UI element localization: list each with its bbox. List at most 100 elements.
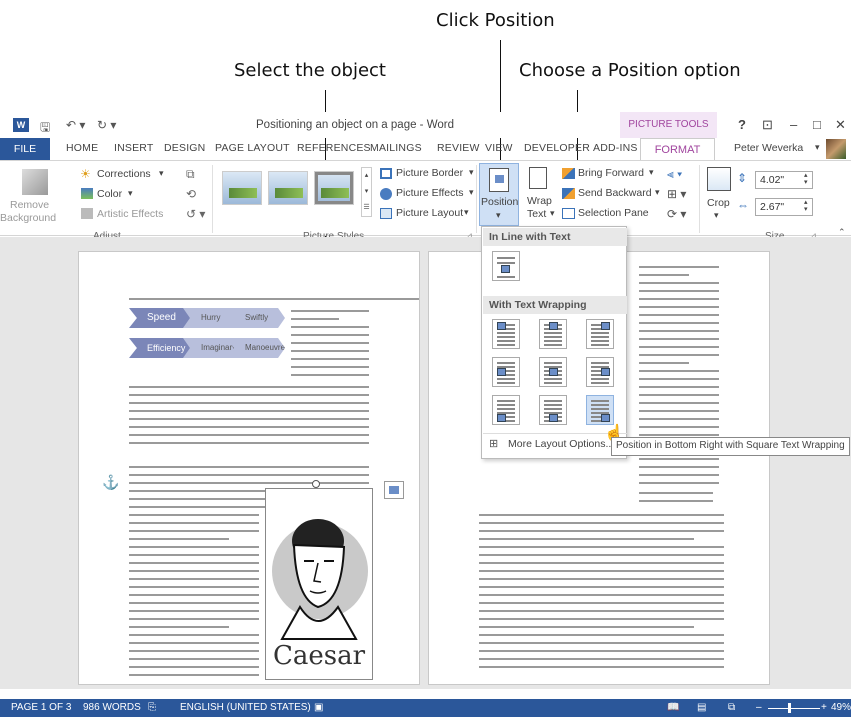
styles-gallery-scroll[interactable]: ▴ ▾ ☰	[361, 167, 372, 217]
read-mode-icon[interactable]: 📖	[667, 702, 679, 713]
ribbon-display-icon[interactable]: ⊡	[762, 117, 773, 133]
zoom-slider-thumb[interactable]	[788, 703, 791, 713]
help-button[interactable]: ?	[738, 117, 746, 132]
tab-references[interactable]: REFERENCES	[297, 142, 371, 154]
corrections-dropdown-icon[interactable]: ▾	[159, 168, 164, 179]
text-line	[639, 282, 719, 284]
picture-border-dropdown-icon[interactable]: ▾	[469, 167, 474, 178]
position-option-bottom-right[interactable]	[586, 395, 614, 425]
wrap-text-label-1[interactable]: Wrap	[527, 195, 552, 207]
position-option-top-right[interactable]	[586, 319, 614, 349]
selection-pane-button[interactable]: Selection Pane	[578, 207, 649, 219]
language[interactable]: ENGLISH (UNITED STATES)	[180, 702, 311, 713]
compress-pictures-icon[interactable]: ⧉	[186, 167, 195, 182]
tab-view[interactable]: VIEW	[485, 142, 513, 154]
position-option-middle-left[interactable]	[492, 357, 520, 387]
text-line	[129, 386, 369, 388]
color-button[interactable]: Color	[97, 188, 122, 200]
tab-page-layout[interactable]: PAGE LAYOUT	[215, 142, 290, 154]
caesar-picture[interactable]: Caesar	[265, 488, 373, 680]
picture-style-1[interactable]	[222, 171, 262, 205]
print-layout-icon[interactable]: ▤	[697, 702, 706, 713]
zoom-slider[interactable]	[768, 708, 820, 709]
position-option-top-center[interactable]	[539, 319, 567, 349]
macro-icon[interactable]: ▣	[314, 702, 323, 713]
undo-icon[interactable]: ↶ ▾	[66, 118, 85, 132]
picture-style-3[interactable]	[314, 171, 354, 205]
rotate-handle[interactable]	[312, 480, 320, 488]
picture-layout-dropdown-icon[interactable]: ▾	[464, 207, 469, 218]
picture-effects-button[interactable]: Picture Effects	[396, 187, 464, 199]
zoom-level[interactable]: 49%	[831, 702, 851, 713]
smartart-manoeuvre[interactable]: Manoeuvre	[227, 338, 285, 358]
page-count[interactable]: PAGE 1 OF 3	[11, 702, 71, 713]
picture-layout-button[interactable]: Picture Layout	[396, 207, 463, 219]
layout-options-icon[interactable]	[384, 481, 404, 499]
width-spinner-icon[interactable]: ▴ ▾	[804, 199, 808, 213]
word-count[interactable]: 986 WORDS	[83, 702, 141, 713]
align-icon[interactable]: ⫷ ▾	[667, 167, 682, 182]
document-title: Positioning an object on a page - Word	[256, 119, 454, 131]
more-layout-options[interactable]: More Layout Options...	[508, 438, 614, 450]
user-dropdown-icon[interactable]: ▾	[815, 142, 820, 153]
crop-label[interactable]: Crop	[707, 197, 730, 209]
bring-forward-button[interactable]: Bring Forward	[578, 167, 644, 179]
remove-background-label-1[interactable]: Remove	[10, 199, 49, 211]
position-option-middle-center[interactable]	[539, 357, 567, 387]
crop-icon[interactable]	[707, 167, 731, 191]
tab-design[interactable]: DESIGN	[164, 142, 205, 154]
send-backward-button[interactable]: Send Backward	[578, 187, 652, 199]
wrap-text-icon[interactable]	[529, 167, 547, 189]
wrap-text-dropdown-icon[interactable]: ▾	[550, 208, 555, 219]
tab-format[interactable]: FORMAT	[640, 138, 715, 161]
wrap-text-label-2[interactable]: Text	[527, 208, 546, 220]
separator	[476, 165, 477, 233]
change-picture-icon[interactable]: ⟲	[186, 187, 196, 201]
tab-add-ins[interactable]: ADD-INS	[593, 142, 638, 154]
tab-home[interactable]: HOME	[66, 142, 98, 154]
corrections-button[interactable]: Corrections	[97, 168, 151, 180]
minimize-button[interactable]: –	[790, 117, 797, 132]
save-icon[interactable]: 🖫	[40, 118, 50, 139]
zoom-out-icon[interactable]: –	[756, 702, 762, 713]
rotate-icon[interactable]: ⟳ ▾	[667, 207, 686, 221]
proofing-icon[interactable]: ⎘	[148, 702, 156, 713]
color-dropdown-icon[interactable]: ▾	[128, 188, 133, 199]
position-button[interactable]: Position ▾	[479, 163, 519, 226]
web-layout-icon[interactable]: ⧉	[728, 702, 735, 713]
avatar[interactable]	[826, 139, 846, 159]
picture-border-button[interactable]: Picture Border	[396, 167, 463, 179]
text-line	[129, 482, 369, 484]
user-name[interactable]: Peter Weverka	[734, 142, 803, 154]
picture-effects-dropdown-icon[interactable]: ▾	[469, 187, 474, 198]
bring-forward-dropdown-icon[interactable]: ▾	[649, 167, 654, 178]
group-icon[interactable]: ⊞ ▾	[667, 187, 686, 201]
ribbon-tabs: FILE HOME INSERT DESIGN PAGE LAYOUT REFE…	[0, 138, 851, 161]
picture-style-2[interactable]	[268, 171, 308, 205]
tab-developer[interactable]: DEVELOPER	[524, 142, 590, 154]
text-line	[639, 322, 719, 324]
tab-file[interactable]: FILE	[0, 138, 50, 160]
send-backward-dropdown-icon[interactable]: ▾	[655, 187, 660, 198]
position-option-bottom-left[interactable]	[492, 395, 520, 425]
height-spinner-icon[interactable]: ▴ ▾	[804, 172, 808, 186]
smartart-swiftly[interactable]: Swiftly	[227, 308, 285, 328]
remove-background-icon[interactable]	[22, 169, 48, 195]
position-option-bottom-center[interactable]	[539, 395, 567, 425]
redo-icon[interactable]: ↻ ▾	[97, 118, 116, 132]
position-option-middle-right[interactable]	[586, 357, 614, 387]
artistic-effects-button[interactable]: Artistic Effects	[97, 208, 163, 220]
position-option-top-left[interactable]	[492, 319, 520, 349]
zoom-in-icon[interactable]: +	[821, 702, 827, 713]
page-1[interactable]: Speed Hurry Swiftly Efficiency Imaginary…	[78, 251, 420, 685]
tab-review[interactable]: REVIEW	[437, 142, 480, 154]
reset-picture-icon[interactable]: ↺ ▾	[186, 207, 205, 221]
tab-insert[interactable]: INSERT	[114, 142, 154, 154]
color-icon	[81, 188, 93, 199]
close-button[interactable]: ✕	[835, 117, 846, 133]
restore-button[interactable]: □	[813, 117, 821, 132]
remove-background-label-2[interactable]: Background	[0, 212, 56, 224]
position-option-inline[interactable]	[492, 251, 520, 281]
tab-mailings[interactable]: MAILINGS	[370, 142, 422, 154]
crop-dropdown-icon[interactable]: ▾	[714, 210, 719, 221]
